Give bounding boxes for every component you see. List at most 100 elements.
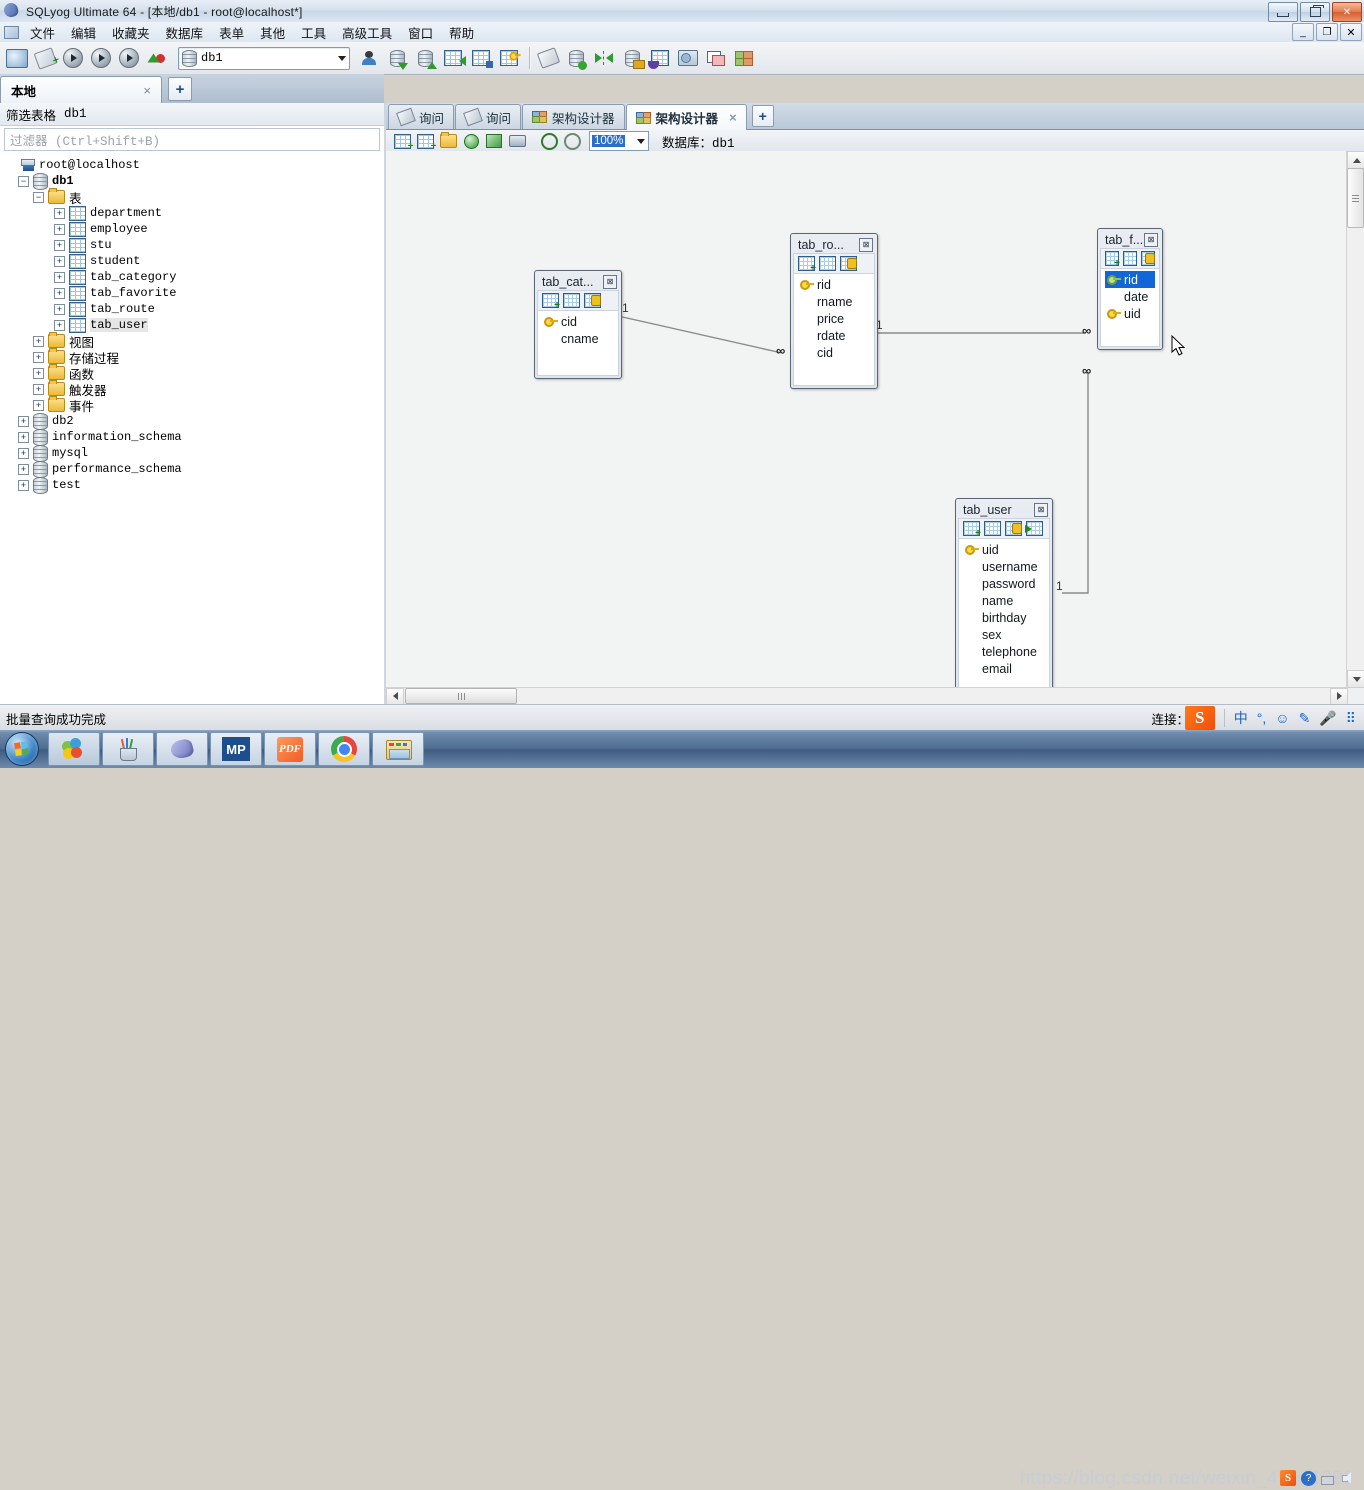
tree-node-views-folder[interactable]: + 视图 bbox=[6, 332, 384, 350]
add-column-icon[interactable] bbox=[542, 293, 560, 311]
edit-table-icon[interactable] bbox=[984, 521, 1001, 536]
er-column-row[interactable]: sex bbox=[963, 626, 1045, 643]
scroll-right-button[interactable] bbox=[1330, 687, 1348, 705]
horizontal-scroll-thumb[interactable] bbox=[405, 688, 517, 704]
expand-icon[interactable]: + bbox=[33, 335, 44, 347]
expand-icon[interactable]: + bbox=[18, 479, 29, 491]
schema-designer-icon[interactable] bbox=[731, 45, 757, 71]
expand-icon[interactable]: + bbox=[54, 303, 65, 315]
add-column-icon[interactable] bbox=[963, 521, 981, 539]
filter-input[interactable]: 过滤器 (Ctrl+Shift+B) bbox=[4, 128, 380, 151]
manage-keys-icon[interactable] bbox=[584, 293, 601, 308]
expand-icon[interactable]: + bbox=[33, 399, 44, 411]
menu-help[interactable]: 帮助 bbox=[441, 21, 482, 44]
chevron-down-icon[interactable] bbox=[637, 138, 645, 144]
query-builder-icon[interactable] bbox=[675, 45, 701, 71]
mdi-minimize-icon[interactable]: _ bbox=[1292, 23, 1314, 41]
expand-icon[interactable]: + bbox=[18, 447, 29, 459]
collapse-icon[interactable]: − bbox=[33, 191, 44, 203]
close-icon[interactable]: ⊠ bbox=[1034, 502, 1048, 517]
er-column-row[interactable]: cname bbox=[542, 330, 614, 347]
expand-icon[interactable]: + bbox=[18, 415, 29, 427]
stop-refresh-icon[interactable] bbox=[144, 45, 170, 71]
ime-punctuation-icon[interactable]: °, bbox=[1257, 710, 1267, 726]
menu-database[interactable]: 数据库 bbox=[158, 21, 212, 44]
tree-node-table[interactable]: + stu bbox=[6, 237, 384, 253]
schema-canvas[interactable]: 1 ∞ 1 ∞ 1 ∞ tab_cat... ⊠ + cid cname tab… bbox=[386, 151, 1348, 688]
er-column-row[interactable]: username bbox=[963, 558, 1045, 575]
help-tray-icon[interactable]: ? bbox=[1301, 1470, 1316, 1486]
tree-node-triggers-folder[interactable]: + 触发器 bbox=[6, 380, 384, 398]
add-table-icon[interactable]: + bbox=[415, 132, 437, 151]
open-schema-icon[interactable] bbox=[438, 132, 458, 151]
tab-query-2[interactable]: 询问 bbox=[455, 104, 522, 129]
expand-icon[interactable]: + bbox=[33, 351, 44, 363]
connection-tab-local[interactable]: 本地 × bbox=[0, 76, 162, 103]
manage-keys-icon[interactable] bbox=[840, 256, 857, 271]
vertical-scroll-thumb[interactable] bbox=[1347, 168, 1364, 228]
tree-node-table[interactable]: + tab_favorite bbox=[6, 285, 384, 301]
er-column-row-selected[interactable]: rid bbox=[1105, 271, 1155, 288]
er-column-row[interactable]: price bbox=[798, 310, 870, 327]
navicat-dolphin-icon[interactable] bbox=[156, 732, 208, 766]
tree-node-tables-folder[interactable]: − 表 bbox=[6, 188, 384, 206]
canvas-horizontal-scrollbar[interactable] bbox=[386, 687, 1348, 705]
expand-icon[interactable]: + bbox=[54, 207, 65, 219]
foreign-key-icon[interactable] bbox=[1025, 521, 1043, 536]
expand-icon[interactable]: + bbox=[18, 463, 29, 475]
er-table-tab-route[interactable]: tab_ro... ⊠ rid rname bbox=[790, 233, 878, 389]
user-manager-icon[interactable] bbox=[356, 45, 382, 71]
menu-other[interactable]: 其他 bbox=[252, 21, 293, 44]
restore-database-icon[interactable] bbox=[412, 45, 438, 71]
save-image-icon[interactable] bbox=[484, 132, 504, 151]
ime-voice-icon[interactable]: 🎤 bbox=[1319, 710, 1336, 727]
sogou-tray-icon[interactable]: S bbox=[1280, 1470, 1296, 1486]
export-data-icon[interactable] bbox=[468, 45, 494, 71]
new-connection-tab-button[interactable]: + bbox=[168, 77, 192, 101]
menu-table[interactable]: 表单 bbox=[211, 21, 252, 44]
close-icon[interactable]: ⊠ bbox=[859, 237, 873, 252]
tree-node-db[interactable]: + db2 bbox=[6, 412, 384, 430]
mdi-system-icon[interactable] bbox=[0, 24, 22, 40]
print-icon[interactable] bbox=[507, 132, 527, 151]
menu-window[interactable]: 窗口 bbox=[400, 21, 441, 44]
zoom-in-icon[interactable] bbox=[539, 132, 559, 151]
ime-mode-chinese[interactable]: 中 bbox=[1234, 708, 1248, 728]
er-table-header[interactable]: tab_ro... ⊠ bbox=[793, 236, 875, 253]
scroll-up-button[interactable] bbox=[1347, 151, 1364, 169]
edit-table-icon[interactable] bbox=[563, 293, 580, 308]
menu-favorites[interactable]: 收藏夹 bbox=[104, 21, 158, 44]
close-icon[interactable]: ⊠ bbox=[603, 274, 617, 289]
tab-query-1[interactable]: 询问 bbox=[388, 104, 455, 129]
scroll-left-button[interactable] bbox=[386, 687, 404, 705]
tree-node-table-tab-user[interactable]: + tab_user bbox=[6, 317, 384, 333]
new-query-icon[interactable]: + bbox=[32, 45, 61, 71]
menu-tools[interactable]: 工具 bbox=[293, 21, 334, 44]
tree-node-table[interactable]: + department bbox=[6, 205, 384, 221]
chevron-down-icon[interactable] bbox=[338, 55, 346, 61]
er-column-row[interactable]: telephone bbox=[963, 643, 1045, 660]
zoom-out-icon[interactable] bbox=[562, 132, 582, 151]
expand-icon[interactable]: + bbox=[54, 287, 65, 299]
file-explorer-icon[interactable] bbox=[372, 732, 424, 766]
migration-icon[interactable] bbox=[619, 45, 645, 71]
sync-database-icon[interactable] bbox=[563, 45, 589, 71]
manage-keys-icon[interactable] bbox=[1141, 251, 1155, 266]
execute-current-icon[interactable] bbox=[116, 45, 142, 71]
menu-file[interactable]: 文件 bbox=[22, 21, 63, 44]
tree-node-procedures-folder[interactable]: + 存储过程 bbox=[6, 348, 384, 366]
menu-advanced-tools[interactable]: 高级工具 bbox=[334, 21, 400, 44]
new-schema-icon[interactable]: + bbox=[392, 132, 414, 151]
tree-node-root[interactable]: root@localhost bbox=[6, 157, 384, 173]
chrome-icon[interactable] bbox=[318, 732, 370, 766]
er-column-row[interactable]: birthday bbox=[963, 609, 1045, 626]
expand-icon[interactable]: + bbox=[54, 255, 65, 267]
mp-icon[interactable]: MP bbox=[210, 732, 262, 766]
new-editor-tab-button[interactable]: + bbox=[751, 105, 774, 127]
tree-node-table[interactable]: + employee bbox=[6, 221, 384, 237]
er-table-tab-category[interactable]: tab_cat... ⊠ cid cname bbox=[534, 270, 622, 379]
menu-edit[interactable]: 编辑 bbox=[63, 21, 104, 44]
scroll-down-button[interactable] bbox=[1347, 670, 1364, 688]
show-desktop-icon[interactable] bbox=[48, 732, 100, 766]
tab-schema-designer-1[interactable]: 架构设计器 bbox=[522, 104, 625, 129]
